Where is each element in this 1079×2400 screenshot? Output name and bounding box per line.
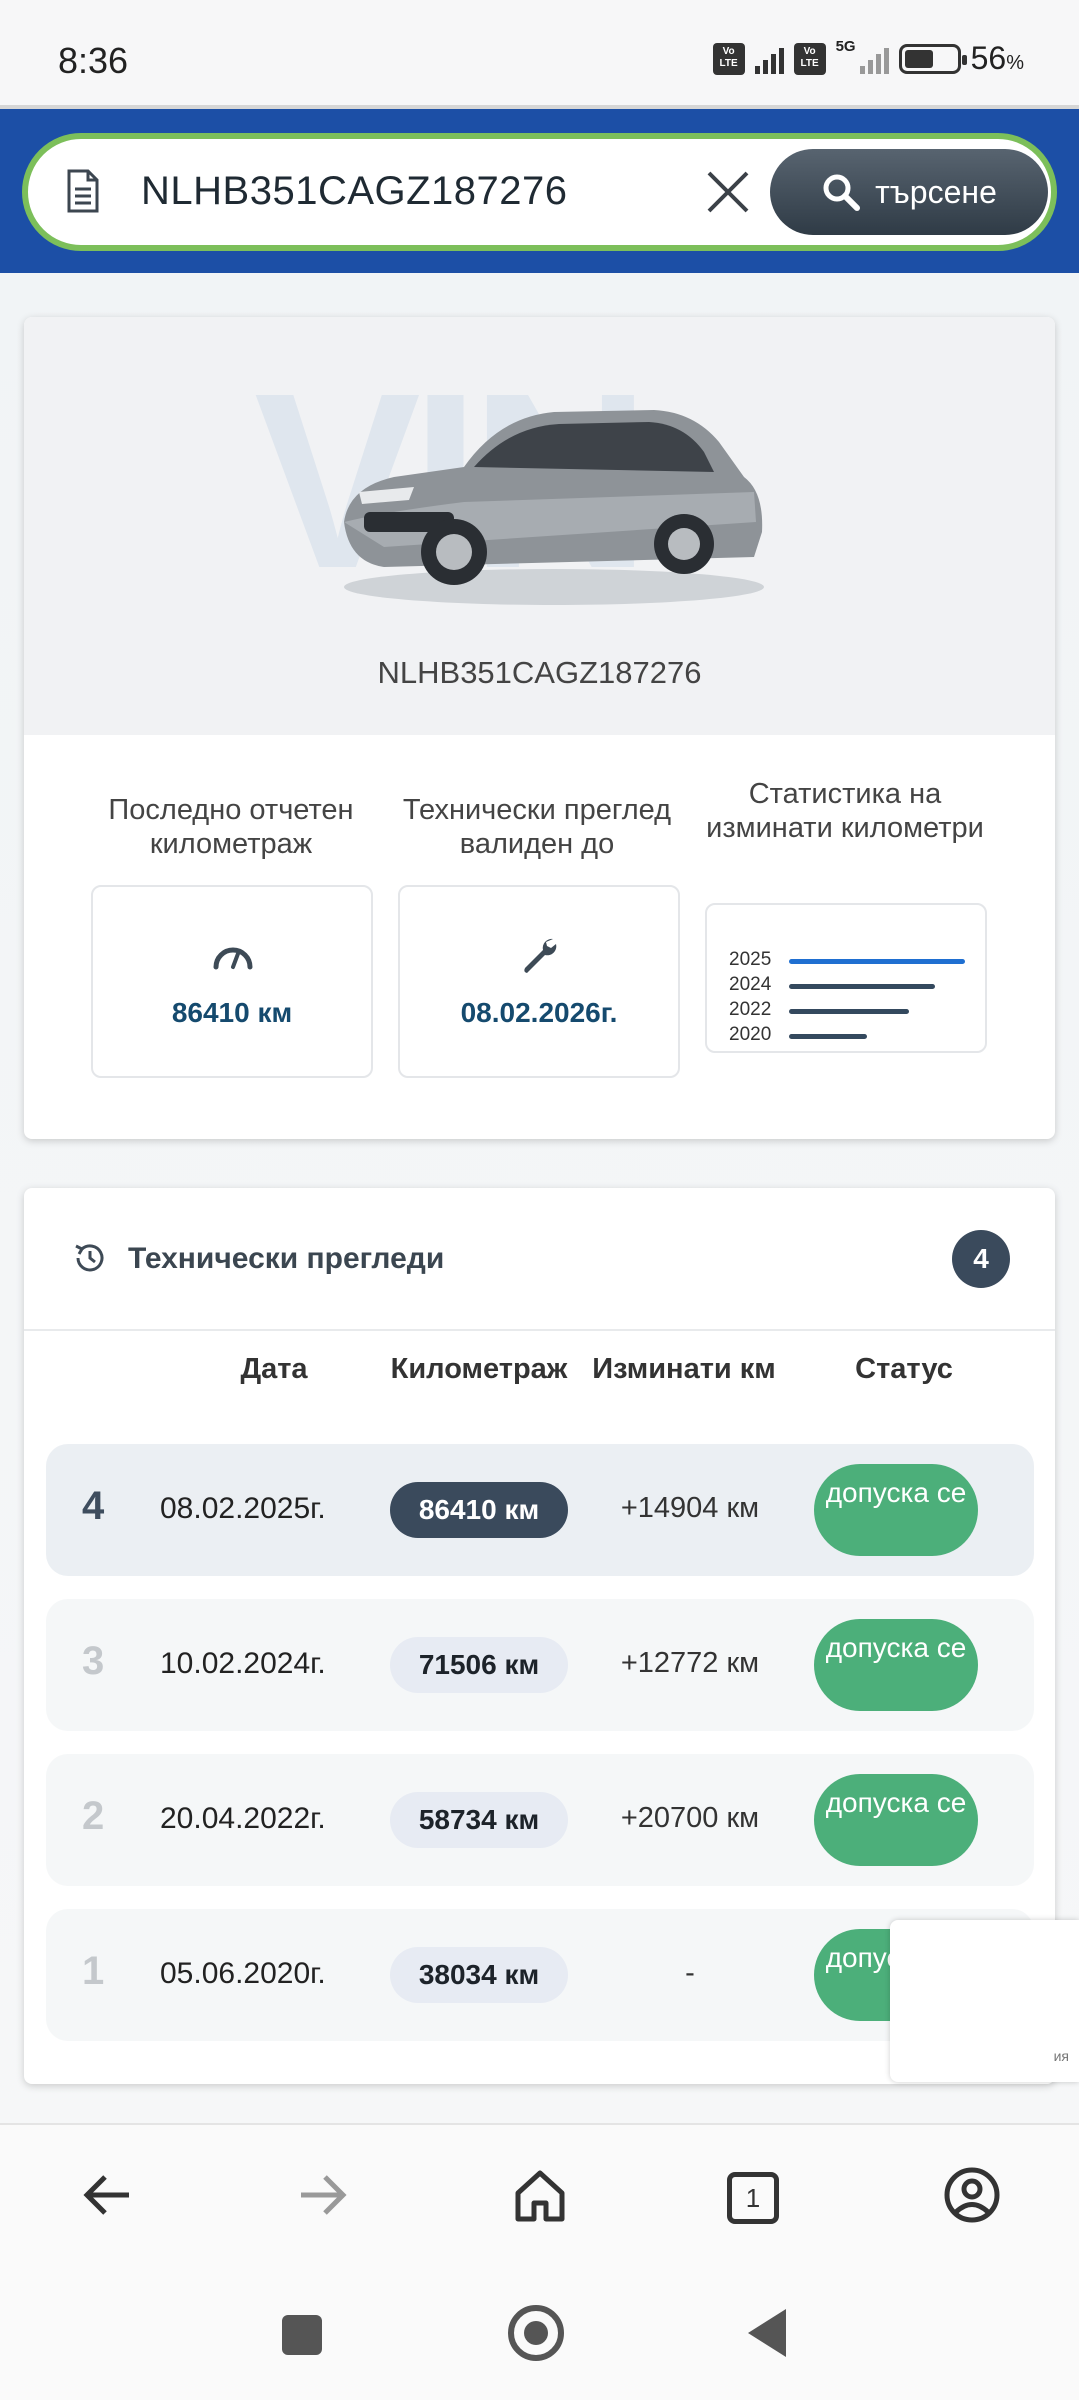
- row-mileage-badge: 71506 км: [390, 1637, 568, 1693]
- row-date: 05.06.2020г.: [160, 1957, 326, 1990]
- chart-label: Статистика на изминати километри: [706, 778, 984, 844]
- row-date: 20.04.2022г.: [160, 1802, 326, 1835]
- row-number: 4: [82, 1484, 105, 1528]
- vehicle-vin: NLHB351CAGZ187276: [377, 655, 702, 690]
- volte-icon: Vo LTE: [793, 42, 826, 75]
- speedometer-icon: [213, 947, 253, 970]
- vehicle-hero: VIN NLHB351CAGZ187276: [24, 317, 1055, 735]
- signal-icon: [859, 44, 889, 74]
- chart-bar: [789, 959, 965, 964]
- forward-arrow-icon[interactable]: [293, 2165, 353, 2225]
- back-button[interactable]: [748, 2309, 786, 2357]
- back-arrow-icon[interactable]: [77, 2165, 137, 2225]
- status-badge: допуска се: [814, 1619, 978, 1711]
- column-header-mileage: Километраж: [390, 1353, 568, 1385]
- row-mileage-badge: 58734 км: [390, 1792, 568, 1848]
- battery-icon: [898, 43, 967, 74]
- table-row[interactable]: 3 10.02.2024г. 71506 км +12772 км допуск…: [46, 1599, 1034, 1731]
- inspections-title: Технически прегледи: [128, 1242, 445, 1275]
- recaptcha-badge[interactable]: ия: [890, 1920, 1079, 2082]
- column-header-date: Дата: [240, 1353, 308, 1385]
- volte-icon: Vo LTE: [712, 42, 745, 75]
- account-icon[interactable]: [942, 2165, 1002, 2225]
- chart-bar: [789, 1009, 909, 1014]
- inspections-header: Технически прегледи 4: [24, 1188, 1055, 1331]
- chart-bar: [789, 1034, 867, 1039]
- vehicle-summary-card: VIN NLHB351CAGZ187276 Последно отчетен к…: [24, 317, 1055, 1139]
- row-number: 1: [82, 1949, 105, 1993]
- chart-year: 2022: [729, 999, 772, 1020]
- row-number: 2: [82, 1794, 105, 1838]
- row-mileage-badge: 86410 км: [390, 1482, 568, 1538]
- search-button[interactable]: търсене: [770, 149, 1048, 235]
- mileage-box: 86410 км: [91, 885, 373, 1078]
- car-image: [344, 410, 764, 605]
- chart-year: 2024: [729, 974, 772, 995]
- recaptcha-text: ия: [1053, 2048, 1069, 2064]
- row-date: 10.02.2024г.: [160, 1647, 326, 1680]
- status-badge: допуска се: [814, 1774, 978, 1866]
- inspection-box: 08.02.2026г.: [398, 885, 680, 1078]
- table-row[interactable]: 1 05.06.2020г. 38034 км - допуска се: [46, 1909, 1034, 2041]
- table-row[interactable]: 4 08.02.2025г. 86410 км +14904 км допуск…: [46, 1444, 1034, 1576]
- home-icon[interactable]: [510, 2165, 570, 2225]
- row-diff: -: [685, 1957, 695, 1989]
- history-icon: [75, 1244, 104, 1272]
- recents-button[interactable]: [282, 2315, 322, 2355]
- row-number: 3: [82, 1639, 105, 1683]
- search-header: NLHB351CAGZ187276 търсене: [0, 105, 1079, 273]
- wrench-icon: [524, 938, 557, 973]
- divider: [0, 105, 1079, 109]
- mileage-chart-box[interactable]: 2025 2024 2022 2020: [705, 903, 987, 1053]
- close-icon[interactable]: [703, 167, 753, 217]
- row-date: 08.02.2025г.: [160, 1492, 326, 1525]
- mileage-label: Последно отчетен километраж: [108, 794, 354, 860]
- table-row[interactable]: 2 20.04.2022г. 58734 км +20700 км допуск…: [46, 1754, 1034, 1886]
- row-diff: +20700 км: [620, 1802, 760, 1834]
- chart-bar: [789, 984, 935, 989]
- search-bar: NLHB351CAGZ187276 търсене: [22, 133, 1057, 251]
- battery-percent: 56%: [970, 40, 1024, 76]
- network-type: 5G: [835, 38, 856, 55]
- inspections-count-badge: 4: [952, 1230, 1010, 1288]
- browser-toolbar: 1: [0, 2123, 1079, 2265]
- chart-year: 2020: [729, 1024, 772, 1045]
- status-icons: Vo LTE Vo LTE 5G 56%: [712, 38, 1024, 77]
- inspection-value: 08.02.2026г.: [460, 997, 618, 1028]
- chart-year: 2025: [729, 949, 772, 970]
- signal-icon: [754, 44, 784, 74]
- status-bar: 8:36 Vo LTE Vo LTE 5G 56%: [0, 0, 1079, 105]
- system-navigation-bar: [0, 2265, 1079, 2400]
- status-badge: допуска се: [814, 1464, 978, 1556]
- document-icon: [67, 169, 99, 213]
- row-mileage-badge: 38034 км: [390, 1947, 568, 2003]
- row-diff: +14904 км: [620, 1492, 760, 1524]
- vin-search-input[interactable]: NLHB351CAGZ187276: [141, 169, 568, 214]
- search-button-label: търсене: [875, 173, 997, 210]
- column-header-diff: Изминати км: [592, 1353, 776, 1385]
- inspection-label: Технически преглед валиден до: [402, 794, 672, 860]
- clock: 8:36: [58, 40, 129, 81]
- search-icon: [823, 174, 861, 211]
- mileage-value: 86410 км: [171, 997, 293, 1028]
- tabs-button[interactable]: 1: [727, 2172, 779, 2224]
- row-diff: +12772 км: [620, 1647, 760, 1679]
- home-button[interactable]: [508, 2305, 564, 2361]
- column-header-status: Статус: [855, 1353, 953, 1385]
